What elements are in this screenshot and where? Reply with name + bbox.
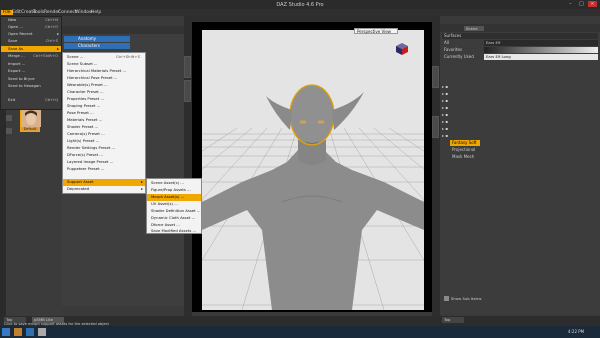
tree-item-mask-mesh[interactable]: Mask Mesh xyxy=(452,154,474,160)
menu-exit[interactable]: Exit Ctrl+Q xyxy=(1,97,61,103)
list-all[interactable]: All xyxy=(442,40,482,46)
app-icon[interactable] xyxy=(38,328,46,336)
menu-shader[interactable]: Shader Preset ... xyxy=(63,124,145,131)
menu-save[interactable]: Save Ctrl+S xyxy=(1,38,61,44)
menu-help[interactable]: Help xyxy=(89,10,103,15)
checkbox-label: Show Sub Items xyxy=(451,296,482,301)
tab-top-right[interactable]: Top xyxy=(442,317,464,323)
tree-node[interactable]: ▸ ▪ xyxy=(442,133,448,139)
node-tree: ▸ ▪ ▸ ▪ ▸ ▪ ▸ ▪ ▸ ▪ ▸ ▪ ▸ ▪ ▸ ▪ Fantasy … xyxy=(442,84,482,284)
thumbnail-label: Default xyxy=(23,127,37,131)
tab-scene[interactable]: Scene xyxy=(464,26,484,31)
menu-wearables[interactable]: Wearable(s) Preset ... xyxy=(63,82,145,89)
tree-item-anatomy[interactable]: Anatomy xyxy=(64,36,130,42)
menu-open[interactable]: Open ... Ctrl+O xyxy=(1,24,61,30)
content-thumbnail[interactable]: Default xyxy=(20,109,41,132)
view-cube-icon[interactable] xyxy=(395,42,409,56)
menu-import[interactable]: Import ... xyxy=(1,61,61,67)
menu-lights[interactable]: Light(s) Preset ... xyxy=(63,138,145,145)
close-icon[interactable]: × xyxy=(588,1,597,7)
menu-render-settings[interactable]: Render Settings Preset ... xyxy=(63,145,145,152)
menu-support-asset[interactable]: Support Asset ▸ xyxy=(63,179,145,186)
vtab-3[interactable] xyxy=(432,66,439,88)
vtab-4[interactable] xyxy=(432,116,439,138)
menu-hier-materials[interactable]: Hierarchical Materials Preset ... xyxy=(63,68,145,75)
checkbox-show-sub-items[interactable] xyxy=(444,296,449,301)
tree-item-projectional[interactable]: Projectional xyxy=(452,147,475,153)
menu-pose[interactable]: Pose Preset ... xyxy=(63,110,145,117)
menu-scene-subset[interactable]: Scene Subset ... xyxy=(63,61,145,68)
support-asset-submenu: Scene Asset(s) ... Figure/Prop Assets ..… xyxy=(146,178,202,234)
menu-scene-assets[interactable]: Scene Asset(s) ... xyxy=(147,180,201,187)
viewport[interactable] xyxy=(202,30,424,310)
star-icon[interactable] xyxy=(6,128,12,134)
filter-dropdown[interactable]: Surfaces xyxy=(442,33,598,39)
tree-node[interactable]: ▸ ▪ xyxy=(442,119,448,125)
tree-node[interactable]: ▸ ▪ xyxy=(442,91,448,97)
menu-puppeteer[interactable]: Puppeteer Preset ... xyxy=(63,166,145,173)
right-vertical-tabs xyxy=(432,16,440,316)
camera-selector[interactable]: Perspective View xyxy=(354,28,398,34)
menu-send-to-hexagon[interactable]: Send to Hexagon xyxy=(1,83,61,89)
taskbar: 4:22 PM xyxy=(0,326,600,338)
menu-properties[interactable]: Properties Preset ... xyxy=(63,96,145,103)
start-icon[interactable] xyxy=(2,328,10,336)
menu-dforce[interactable]: DForce(s) Preset ... xyxy=(63,152,145,159)
maximize-icon[interactable]: □ xyxy=(577,1,586,7)
menu-save-as[interactable]: Save As ▸ xyxy=(1,46,61,52)
folder-icon[interactable] xyxy=(14,328,22,336)
menu-new[interactable]: New Ctrl+N xyxy=(1,17,61,23)
vtab-2[interactable] xyxy=(184,80,191,102)
property-ears-elf-long[interactable]: Ears Elf Long xyxy=(484,54,598,60)
menu-character[interactable]: Character Preset ... xyxy=(63,89,145,96)
clock: 4:22 PM xyxy=(568,329,585,334)
browser-icon[interactable] xyxy=(26,328,34,336)
tree-node[interactable]: ▸ ▪ xyxy=(442,84,448,90)
menu-layered-image[interactable]: Layered Image Preset ... xyxy=(63,159,145,166)
save-as-submenu: Scene ... Ctrl+Shift+S Scene Subset ... H… xyxy=(62,52,146,194)
tree-node[interactable]: ▸ ▪ xyxy=(442,98,448,104)
menu-send-to-bryce[interactable]: Send to Bryce xyxy=(1,76,61,82)
list-favorites[interactable]: Favorites xyxy=(442,47,482,53)
right-panel: Scene Surfaces All Favorites Currently U… xyxy=(440,24,600,314)
person-icon[interactable] xyxy=(6,115,12,121)
minimize-icon[interactable]: – xyxy=(566,1,575,7)
left-vertical-tabs xyxy=(184,16,192,316)
menu-materials[interactable]: Materials Preset ... xyxy=(63,117,145,124)
menu-shaping[interactable]: Shaping Preset ... xyxy=(63,103,145,110)
list-currently-used[interactable]: Currently Used xyxy=(442,54,482,60)
file-menu: New Ctrl+N Open ... Ctrl+O Open Recent ▸ Sa… xyxy=(0,16,62,110)
vtab-1[interactable] xyxy=(184,56,191,78)
tree-node[interactable]: ▸ ▪ xyxy=(442,112,448,118)
tree-item-characters[interactable]: Characters xyxy=(64,43,130,49)
menu-open-recent[interactable]: Open Recent ▸ xyxy=(1,31,61,37)
menu-morph-assets[interactable]: Morph Asset(s) ... xyxy=(147,194,201,201)
property-ears-elf[interactable]: Ears Elf xyxy=(484,40,598,46)
menu-figure-prop-assets[interactable]: Figure/Prop Assets ... xyxy=(147,187,201,194)
menu-dynamic-cloth[interactable]: Dynamic Cloth Asset ... xyxy=(147,215,201,222)
right-panel-header: Scene xyxy=(440,24,600,32)
menu-cameras[interactable]: Camera(s) Preset ... xyxy=(63,131,145,138)
menu-scene[interactable]: Scene ... Ctrl+Shift+S xyxy=(63,54,145,61)
title-bar: DAZ Studio 4.6 Pro – □ × xyxy=(0,0,600,9)
status-bar: Top pSMB Lite Click to save morph suppor… xyxy=(0,316,600,326)
window-title: DAZ Studio 4.6 Pro xyxy=(276,2,324,8)
viewport-scene xyxy=(202,30,424,310)
slider-ears-elf[interactable] xyxy=(484,47,598,53)
menu-hier-pose[interactable]: Hierarchical Pose Preset ... xyxy=(63,75,145,82)
menu-shader-definition[interactable]: Shader Definition Asset ... xyxy=(147,208,201,215)
tree-node[interactable]: ▸ ▪ xyxy=(442,126,448,132)
face-icon xyxy=(21,110,41,127)
tree-item-fantasy-soft[interactable]: Fantasy Soft xyxy=(450,140,480,146)
menu-bar: File Edit Create Tools Render Connect Wi… xyxy=(0,9,600,16)
menu-deprecated[interactable]: Deprecated ▸ xyxy=(63,186,145,193)
menu-save-modified[interactable]: Save Modified Assets ... xyxy=(147,228,201,235)
content-header xyxy=(62,26,184,34)
menu-merge[interactable]: Merge ... Ctrl+Shift+O xyxy=(1,53,61,59)
menu-uv-assets[interactable]: UV Asset(s) ... xyxy=(147,201,201,208)
menu-export[interactable]: Export ... xyxy=(1,68,61,74)
tree-node[interactable]: ▸ ▪ xyxy=(442,105,448,111)
